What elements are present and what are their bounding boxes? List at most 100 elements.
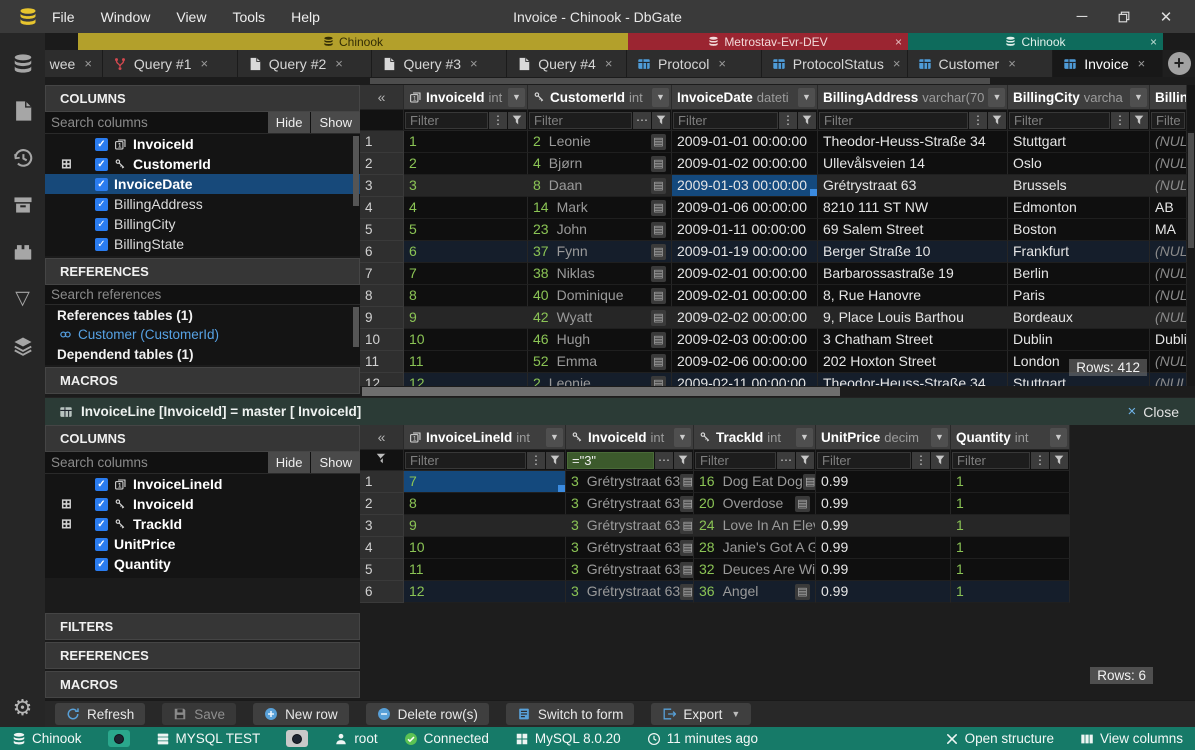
filter-input-customerid[interactable] [529,112,632,129]
cell[interactable]: 42Wyatt▤ [528,307,672,329]
connection-color-badge[interactable] [286,730,308,747]
document-icon[interactable]: ▤ [680,474,694,490]
document-icon[interactable]: ▤ [651,200,666,216]
menu-help[interactable]: Help [291,9,320,25]
cell[interactable]: 9 [404,515,566,537]
filter-funnel-icon[interactable] [931,452,949,469]
files-icon[interactable] [12,100,34,122]
document-icon[interactable]: ▤ [680,562,694,578]
connection-color-badge[interactable] [108,730,130,747]
cell[interactable]: 12 [404,581,566,603]
chevron-down-icon[interactable]: ▼ [988,88,1005,107]
filter-funnel-icon[interactable] [1130,112,1148,129]
chevron-down-icon[interactable]: ▼ [931,428,948,447]
filter-input-invoiceid[interactable] [405,112,488,129]
document-icon[interactable]: ▤ [795,584,810,600]
menu-window[interactable]: Window [101,9,151,25]
cell[interactable]: Theodor-Heuss-Straße 34 [818,131,1008,153]
column-header-quantity[interactable]: Quantityint▼ [951,425,1070,450]
cell[interactable]: 2009-02-02 00:00:00 [672,307,818,329]
row-number[interactable]: 6 [360,241,404,263]
close-tab-icon[interactable]: × [335,56,343,71]
column-header-invoicedate[interactable]: InvoiceDatedateti▼ [672,85,818,110]
cell[interactable]: 2009-02-06 00:00:00 [672,351,818,373]
close-tab-icon[interactable]: × [893,56,901,71]
document-icon[interactable]: ▤ [680,584,694,600]
cell[interactable]: 4Bjørn▤ [528,153,672,175]
cell[interactable]: (NULL) [1150,175,1187,197]
chevron-down-icon[interactable]: ▼ [796,428,813,447]
cell[interactable]: 3Grétrystraat 63▤ [566,581,694,603]
column-header-invoiceid[interactable]: InvoiceIdint▼ [404,85,528,110]
cell[interactable]: Stuttgart [1008,131,1150,153]
references-section-header[interactable]: REFERENCES [45,642,360,669]
close-tab-icon[interactable]: × [470,56,478,71]
references-section-header[interactable]: REFERENCES [45,258,360,285]
cell[interactable]: 8210 111 ST NW [818,197,1008,219]
cell[interactable]: Boston [1008,219,1150,241]
cell[interactable]: 2009-01-19 00:00:00 [672,241,818,263]
cell[interactable]: (NULL) [1150,285,1187,307]
checkbox-checked[interactable]: ✓ [95,198,108,211]
view-columns-button[interactable]: View columns [1080,731,1183,746]
document-icon[interactable]: ▤ [651,156,666,172]
cell[interactable]: Dublin [1008,329,1150,351]
checkbox-checked[interactable]: ✓ [95,478,108,491]
filter-funnel-icon[interactable] [674,452,692,469]
open-structure-button[interactable]: Open structure [945,731,1054,746]
document-icon[interactable]: ▤ [651,354,666,370]
cell[interactable]: 0.99 [816,537,951,559]
filter-input-billingaddress[interactable] [819,112,968,129]
document-icon[interactable]: ▤ [651,332,666,348]
cell[interactable]: AB [1150,197,1187,219]
kebab-menu-icon[interactable]: ⋮ [1111,112,1129,129]
columns-section-header[interactable]: COLUMNS [45,425,360,452]
kebab-menu-icon[interactable]: ⋮ [489,112,507,129]
chevron-down-icon[interactable]: ▼ [1130,88,1147,107]
reference-link-customer[interactable]: Customer (CustomerId) [45,325,360,344]
new-tab-button[interactable]: + [1163,50,1195,77]
chevron-down-icon[interactable]: ▼ [1050,428,1067,447]
cell[interactable]: 16Dog Eat Dog▤ [694,471,816,493]
expand-icon[interactable]: ⊞ [61,156,72,172]
document-icon[interactable]: ▤ [651,222,666,238]
scrollbar-thumb[interactable] [353,307,359,347]
cell[interactable]: 8 [404,285,528,307]
cell[interactable]: 0.99 [816,581,951,603]
scrollbar-thumb[interactable] [353,136,359,206]
cell[interactable]: 6 [404,241,528,263]
cell[interactable]: 36Angel▤ [694,581,816,603]
status-database[interactable]: Chinook [12,731,82,746]
plugins-icon[interactable] [12,241,34,263]
row-number[interactable]: 1 [360,471,404,493]
maximize-button[interactable] [1107,5,1141,29]
cell[interactable]: 3 Chatham Street [818,329,1008,351]
cell[interactable]: Edmonton [1008,197,1150,219]
search-columns-input[interactable] [45,112,267,133]
close-detail-button[interactable]: × Close [1127,403,1179,420]
document-icon[interactable]: ▤ [795,496,810,512]
kebab-menu-icon[interactable]: ⋮ [969,112,987,129]
cell[interactable]: 3Grétrystraat 63▤ [566,559,694,581]
close-tab-icon[interactable]: × [84,56,92,71]
clear-filters-icon[interactable] [376,451,387,469]
tab-group-metrostav[interactable]: Metrostav-Evr-DEV × [628,33,908,50]
cell[interactable]: Frankfurt [1008,241,1150,263]
row-number[interactable]: 5 [360,219,404,241]
chevron-down-icon[interactable]: ▼ [508,88,525,107]
cell[interactable]: 9, Place Louis Barthou [818,307,1008,329]
cell[interactable]: 0.99 [816,515,951,537]
filter-funnel-icon[interactable] [508,112,526,129]
column-header-billingcity[interactable]: BillingCityvarcha▼ [1008,85,1150,110]
cell[interactable]: 38Niklas▤ [528,263,672,285]
close-group-icon[interactable]: × [1150,35,1157,49]
cell[interactable]: 40Dominique▤ [528,285,672,307]
column-item-invoicelineid[interactable]: ✓ InvoiceLineId [45,474,360,494]
filters-section-header[interactable]: FILTERS [45,613,360,640]
column-header-invoicelineid[interactable]: InvoiceLineIdint▼ [404,425,566,450]
cell[interactable]: 52Emma▤ [528,351,672,373]
filter-outline-icon[interactable]: ▽ [12,288,34,310]
tab-query-2[interactable]: Query #2× [238,50,373,77]
column-header-customerid[interactable]: CustomerIdint▼ [528,85,672,110]
cell[interactable]: (NULL) [1150,351,1187,373]
